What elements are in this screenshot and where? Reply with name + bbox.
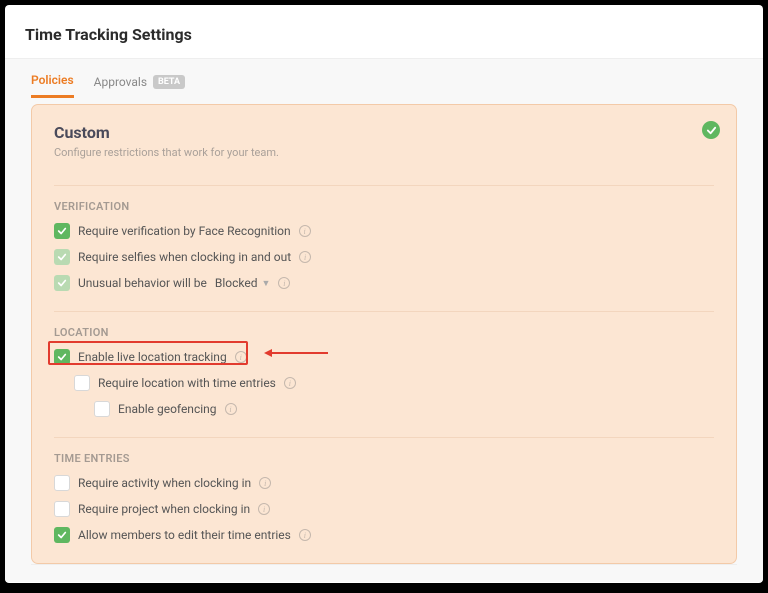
checkbox-unusual[interactable] <box>54 275 70 291</box>
option-require-location-label: Require location with time entries <box>98 376 276 390</box>
checkbox-require-location[interactable] <box>74 375 90 391</box>
option-selfies-label: Require selfies when clocking in and out <box>78 250 291 264</box>
section-time-entries: TIME ENTRIES Require activity when clock… <box>54 437 714 543</box>
checkbox-require-activity[interactable] <box>54 475 70 491</box>
checkbox-face-recognition[interactable] <box>54 223 70 239</box>
chevron-down-icon: ▼ <box>262 278 271 289</box>
checkbox-live-location[interactable] <box>54 349 70 365</box>
info-icon[interactable]: i <box>284 377 296 389</box>
info-icon[interactable]: i <box>299 529 311 541</box>
checkbox-require-project[interactable] <box>54 501 70 517</box>
option-allow-edit-label: Allow members to edit their time entries <box>78 528 291 542</box>
unusual-select[interactable]: Blocked ▼ <box>215 276 271 290</box>
option-unusual: Unusual behavior will be Blocked ▼ i <box>54 275 714 291</box>
option-require-project: Require project when clocking in i <box>54 501 714 517</box>
unusual-select-value: Blocked <box>215 276 258 290</box>
tab-approvals[interactable]: Approvals BETA <box>94 73 185 98</box>
section-location: LOCATION Enable live location tracking i… <box>54 311 714 417</box>
option-geofencing: Enable geofencing i <box>94 401 714 417</box>
card-selected-icon <box>702 121 720 139</box>
card-subtitle: Configure restrictions that work for you… <box>54 146 714 159</box>
option-face-recognition: Require verification by Face Recognition… <box>54 223 714 239</box>
checkbox-selfies[interactable] <box>54 249 70 265</box>
info-icon[interactable]: i <box>299 251 311 263</box>
section-location-label: LOCATION <box>54 326 714 339</box>
section-time-entries-label: TIME ENTRIES <box>54 452 714 465</box>
info-icon[interactable]: i <box>258 503 270 515</box>
option-face-recognition-label: Require verification by Face Recognition <box>78 224 291 238</box>
section-verification-label: VERIFICATION <box>54 200 714 213</box>
info-icon[interactable]: i <box>225 403 237 415</box>
info-icon[interactable]: i <box>235 351 247 363</box>
option-require-location: Require location with time entries i <box>74 375 714 391</box>
page-header: Time Tracking Settings <box>5 5 763 59</box>
checkbox-allow-edit[interactable] <box>54 527 70 543</box>
settings-card: Custom Configure restrictions that work … <box>31 104 737 564</box>
tabs: Policies Approvals BETA <box>15 59 753 98</box>
tab-policies[interactable]: Policies <box>31 73 74 98</box>
option-require-activity-label: Require activity when clocking in <box>78 476 251 490</box>
info-icon[interactable]: i <box>259 477 271 489</box>
option-geofencing-label: Enable geofencing <box>118 402 217 416</box>
section-verification: VERIFICATION Require verification by Fac… <box>54 185 714 291</box>
option-live-location-label: Enable live location tracking <box>78 350 227 364</box>
tab-policies-label: Policies <box>31 73 74 87</box>
info-icon[interactable]: i <box>299 225 311 237</box>
card-title: Custom <box>54 123 714 142</box>
option-require-activity: Require activity when clocking in i <box>54 475 714 491</box>
option-require-project-label: Require project when clocking in <box>78 502 250 516</box>
option-selfies: Require selfies when clocking in and out… <box>54 249 714 265</box>
beta-badge: BETA <box>153 75 185 89</box>
option-allow-edit: Allow members to edit their time entries… <box>54 527 714 543</box>
option-live-location: Enable live location tracking i <box>54 349 714 365</box>
footer: Cancel Save <box>31 564 737 582</box>
info-icon[interactable]: i <box>278 277 290 289</box>
page-title: Time Tracking Settings <box>25 25 743 44</box>
checkbox-geofencing[interactable] <box>94 401 110 417</box>
tab-approvals-label: Approvals <box>94 75 147 89</box>
option-unusual-label: Unusual behavior will be <box>78 276 207 290</box>
